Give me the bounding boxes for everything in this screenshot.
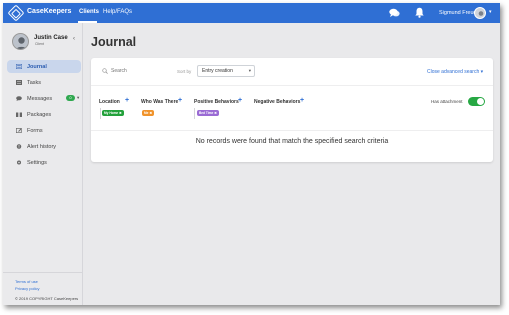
sidebar-item-label: Messages <box>27 95 53 102</box>
divider <box>91 85 493 86</box>
positive-behavior-chip[interactable]: Bed Time✖ <box>197 110 219 116</box>
location-chip-label: My Home <box>104 111 119 115</box>
user-name[interactable]: Sigmund Freud <box>439 10 477 16</box>
location-chip[interactable]: My Home✖ <box>102 110 124 116</box>
nav-clients-link[interactable]: Clients <box>79 9 99 15</box>
casekeepers-logo-icon[interactable] <box>7 4 25 22</box>
sidebar-item-settings[interactable]: Settings <box>7 156 81 169</box>
add-positive-behavior-button[interactable]: + <box>238 97 242 104</box>
toggle-knob <box>477 98 484 105</box>
settings-icon <box>17 160 21 165</box>
user-avatar-icon <box>478 11 484 16</box>
remove-chip-icon[interactable]: ✖ <box>119 111 122 115</box>
sidebar-item-label: Forms <box>27 127 43 134</box>
chevron-down-icon: ▾ <box>248 68 251 73</box>
sort-by-select[interactable]: Entry creation ▾ <box>197 65 255 77</box>
add-who-was-there-button[interactable]: + <box>178 97 182 104</box>
add-location-button[interactable]: + <box>125 97 129 104</box>
sidebar-item-alert-history[interactable]: Alert history <box>7 140 81 153</box>
app-window: CaseKeepers Clients Help/FAQs Sigmund Fr… <box>3 3 500 305</box>
tasks-icon <box>16 80 22 85</box>
chip-divider <box>100 108 101 119</box>
page-title: Journal <box>91 35 137 49</box>
search-input[interactable] <box>111 66 171 76</box>
user-avatar[interactable] <box>474 7 486 19</box>
client-role: Client <box>35 42 44 46</box>
client-avatar-icon <box>16 37 27 49</box>
sidebar-divider <box>3 272 83 273</box>
filter-negative-behaviors-label: Negative Behaviors <box>254 99 301 105</box>
has-attachment-toggle[interactable] <box>468 97 485 106</box>
sort-by-label: Sort by <box>177 69 192 74</box>
sidebar-item-label: Journal <box>27 63 47 70</box>
brand-name[interactable]: CaseKeepers <box>27 8 71 15</box>
search-icon <box>102 68 108 74</box>
sidebar-item-label: Packages <box>27 111 52 118</box>
close-advanced-search-label: Close advanced search <box>427 69 480 75</box>
remove-chip-icon[interactable]: ✖ <box>214 111 217 115</box>
who-was-there-chip-label: Me <box>144 111 149 115</box>
forms-icon <box>16 128 22 133</box>
journal-card: Sort by Entry creation ▾ Close advanced … <box>91 58 493 162</box>
sidebar-item-label: Alert history <box>27 143 57 150</box>
positive-behavior-chip-label: Bed Time <box>199 111 214 115</box>
sidebar-item-tasks[interactable]: Tasks <box>7 76 81 89</box>
nav-help-faqs-link[interactable]: Help/FAQs <box>103 9 132 15</box>
who-was-there-chip[interactable]: Me✖ <box>142 110 155 116</box>
filter-location-label: Location <box>99 99 120 105</box>
terms-of-use-link[interactable]: Terms of use <box>15 279 38 284</box>
messages-expand-icon[interactable]: ▾ <box>77 95 79 101</box>
sidebar-item-journal[interactable]: Journal <box>7 60 81 73</box>
filter-who-was-there-label: Who Was There <box>141 99 179 105</box>
remove-chip-icon[interactable]: ✖ <box>149 111 152 115</box>
sidebar-item-label: Tasks <box>27 79 42 86</box>
chip-divider <box>194 108 195 119</box>
collapse-sidebar-button[interactable]: ‹ <box>73 36 75 42</box>
sidebar-item-forms[interactable]: Forms <box>7 124 81 137</box>
messages-count-badge: 0 <box>66 95 75 101</box>
alert-history-icon <box>16 144 22 149</box>
top-navigation-bar: CaseKeepers Clients Help/FAQs Sigmund Fr… <box>3 3 500 23</box>
sort-by-value: Entry creation <box>202 68 233 74</box>
sidebar-item-packages[interactable]: Packages <box>7 108 81 121</box>
has-attachment-label: Has attachment <box>431 99 463 104</box>
packages-icon <box>16 112 22 117</box>
close-advanced-search-link[interactable]: Close advanced search ▾ <box>427 69 483 75</box>
chat-icon[interactable] <box>389 8 400 18</box>
journal-icon <box>16 64 22 69</box>
empty-results-message: No records were found that match the spe… <box>195 138 389 145</box>
sidebar-item-label: Settings <box>27 159 47 166</box>
bell-icon[interactable] <box>415 7 424 18</box>
client-name: Justin Case <box>34 35 68 41</box>
client-avatar <box>12 33 29 50</box>
privacy-policy-link[interactable]: Privacy policy <box>15 286 39 291</box>
user-menu-caret-icon[interactable]: ▾ <box>489 9 492 15</box>
copyright-text: © 2019 COPYRIGHT CaseKeepers <box>15 296 79 301</box>
sidebar: Justin Case Client ‹ Journal Tasks Messa… <box>3 23 83 305</box>
messages-icon <box>16 96 22 101</box>
filter-positive-behaviors-label: Positive Behaviors <box>194 99 239 105</box>
add-negative-behavior-button[interactable]: + <box>300 97 304 104</box>
sidebar-item-messages[interactable]: Messages 0 ▾ <box>7 92 81 105</box>
divider <box>91 130 493 131</box>
